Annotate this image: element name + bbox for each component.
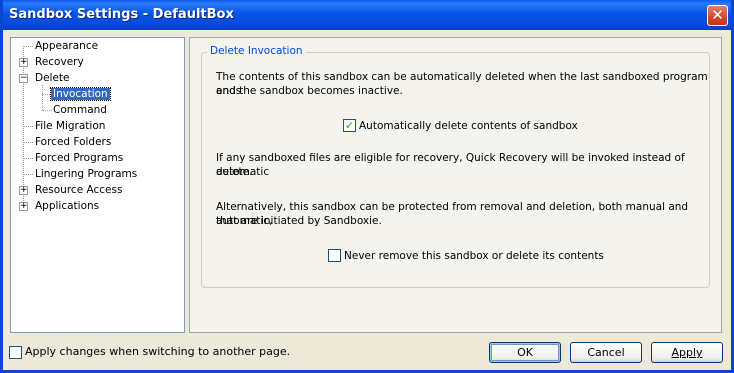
tree-item-label: File Migration: [35, 120, 106, 132]
tree-item-invocation[interactable]: Invocation: [50, 87, 111, 102]
tree-line: [23, 142, 33, 143]
tree-item-command[interactable]: Command: [51, 103, 109, 118]
window-title: Sandbox Settings - DefaultBox: [9, 7, 234, 22]
cancel-button[interactable]: Cancel: [570, 342, 642, 363]
tree-item-file-migration[interactable]: File Migration: [33, 119, 107, 134]
tree-item-applications[interactable]: Applications: [33, 199, 101, 214]
tree-line: [23, 174, 33, 175]
description-line: that are initiated by Sandboxie.: [216, 215, 382, 227]
close-icon: ✕: [711, 6, 724, 24]
tree-item-label: Forced Programs: [35, 152, 124, 164]
tree-item-label: Command: [53, 104, 107, 116]
description-line: and the sandbox becomes inactive.: [216, 85, 403, 97]
tree-item-label: Lingering Programs: [35, 168, 138, 180]
auto-delete-checkbox[interactable]: ✓: [343, 119, 356, 132]
tree-item-label: Invocation: [50, 87, 111, 101]
apply-on-switch-checkbox[interactable]: [9, 346, 22, 359]
tree-item-label: Appearance: [35, 40, 99, 52]
tree-item-label: Forced Folders: [35, 136, 112, 148]
tree-line: [42, 85, 43, 110]
collapse-icon[interactable]: −: [19, 74, 28, 83]
tree-item-label: Delete: [35, 72, 70, 84]
description-line: If any sandboxed files are eligible for …: [216, 152, 685, 178]
never-remove-checkbox[interactable]: [328, 249, 341, 262]
tree-item-recovery[interactable]: Recovery: [33, 55, 86, 70]
tree-line: [23, 158, 33, 159]
tree-item-label: Applications: [35, 200, 100, 212]
tree-item-forced-folders[interactable]: Forced Folders: [33, 135, 113, 150]
tree-line: [23, 126, 33, 127]
expand-icon[interactable]: +: [19, 186, 28, 195]
tree-item-resource-access[interactable]: Resource Access: [33, 183, 124, 198]
group-title: Delete Invocation: [207, 45, 306, 57]
apply-on-switch-label[interactable]: Apply changes when switching to another …: [25, 345, 290, 359]
check-icon: ✓: [344, 119, 355, 132]
tree-item-appearance[interactable]: Appearance: [33, 39, 100, 54]
ok-button[interactable]: OK: [489, 342, 561, 363]
tree-item-label: Recovery: [35, 56, 84, 68]
tree-line: [23, 46, 33, 47]
tree-item-lingering-programs[interactable]: Lingering Programs: [33, 167, 139, 182]
close-button[interactable]: ✕: [707, 5, 728, 26]
description-line: delete.: [216, 166, 253, 178]
never-remove-label[interactable]: Never remove this sandbox or delete its …: [344, 249, 604, 263]
tree-item-label: Resource Access: [35, 184, 123, 196]
expand-icon[interactable]: +: [19, 202, 28, 211]
tree-item-forced-programs[interactable]: Forced Programs: [33, 151, 125, 166]
expand-icon[interactable]: +: [19, 58, 28, 67]
auto-delete-label[interactable]: Automatically delete contents of sandbox: [359, 119, 578, 133]
title-bar[interactable]: Sandbox Settings - DefaultBox ✕: [3, 0, 731, 30]
apply-button[interactable]: Apply: [651, 342, 723, 363]
settings-tree[interactable]: Appearance + Recovery − Delete Invocatio…: [10, 37, 185, 333]
tree-item-delete[interactable]: Delete: [33, 71, 72, 86]
